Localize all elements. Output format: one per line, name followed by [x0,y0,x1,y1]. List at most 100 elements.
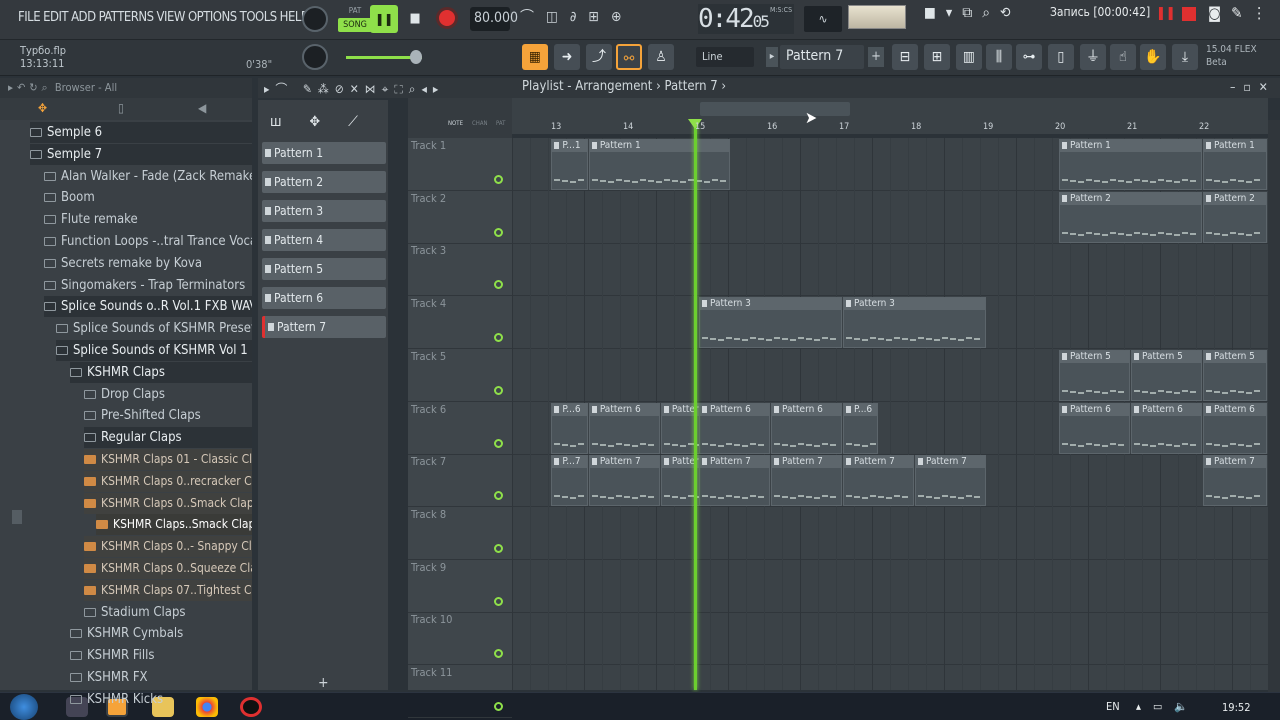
track-mute-toggle[interactable] [494,175,503,184]
pattern-clip[interactable]: Pattern 7 [771,455,842,507]
pause-button[interactable]: ❚❚ [370,5,398,33]
track-mute-toggle[interactable] [494,543,503,553]
browser-item[interactable]: Drop Claps [84,384,252,405]
browser-item[interactable]: Semple 6 [30,122,252,143]
browser-icon[interactable]: ⊶ [1016,44,1042,70]
pattern-clip[interactable]: P...6 [843,402,878,454]
chan-label[interactable]: CHAN [472,120,488,127]
pat-label[interactable]: PAT [496,120,505,127]
pattern-item[interactable]: Pattern 6 [262,287,386,309]
browser-item[interactable]: KSHMR Claps [70,361,252,383]
stop-button[interactable]: ■ [402,5,428,33]
track-header[interactable]: Track 2 [408,191,512,244]
pattern-clip[interactable]: Pattern 7 [699,455,770,507]
tray-icons[interactable]: ▴▭🔈 [1136,700,1200,713]
pattern-clip[interactable]: Pattern 5 [1059,349,1130,401]
track-header[interactable]: Track 9 [408,560,512,613]
pattern-clip[interactable]: Pattern 3 [843,297,986,349]
pattern-clip[interactable]: P...7 [551,455,588,507]
recorder-tool-icons[interactable]: ■▾⧉⌕⟲ [924,5,1040,29]
browser-item[interactable]: KSHMR Fills [70,645,252,666]
track-mute-toggle[interactable] [494,280,503,290]
pattern-clip[interactable]: Pattern 3 [699,297,842,349]
track-mute-toggle[interactable] [494,333,503,343]
menu-options[interactable]: OPTIONS [188,10,237,25]
tempo-display[interactable]: 80.000 [470,7,518,31]
browser-item[interactable]: Pre-Shifted Claps [84,405,252,426]
browser-item[interactable]: KSHMR Claps 0..Smack Clap 1 [84,492,252,514]
browser-nav-icons[interactable]: ▸↶↻⌕ [8,81,52,94]
pattern-clip[interactable]: P...1 [551,139,588,190]
track-mute-toggle[interactable] [494,491,503,501]
track-mute-toggle[interactable] [494,596,503,606]
channel-rack-icon[interactable]: ▥ [956,44,982,70]
pattern-clip[interactable]: Pattern 5 [1131,349,1202,401]
metronome-icon[interactable]: ♙ [648,44,674,70]
menu-view[interactable]: VIEW [157,10,186,25]
browser-item[interactable]: KSHMR Claps 0..recracker Clap [84,470,252,492]
browser-speaker-icon[interactable]: ◀ [198,101,206,115]
browser-item[interactable]: Flute remake [44,209,252,230]
browser-item[interactable]: KSHMR Kicks [70,689,252,710]
pattern-clip[interactable]: Pattern 7 [915,455,986,507]
pattern-clip[interactable]: Pattern 6 [771,402,842,454]
pattern-item[interactable]: Pattern 7 [262,316,386,338]
pattern-selector[interactable]: Pattern 7 [780,45,864,69]
mixer-icon[interactable]: ⫼ [986,44,1012,70]
track-header[interactable]: Track 8 [408,507,512,560]
add-pattern-icon[interactable]: + [868,47,884,67]
transport-tools-icons[interactable]: ⌒◫∂⊞⊕ [520,6,680,32]
download-icon[interactable]: ⤓ [1172,44,1198,70]
touch-icon[interactable]: ☝ [1110,44,1136,70]
rec-stop-icon[interactable] [1182,7,1196,21]
arrow-right-icon[interactable]: ➜ [554,44,580,70]
pattern-clip[interactable]: Pattern 6 [699,402,770,454]
horizontal-scrollbar[interactable] [700,102,850,116]
browser-item[interactable]: KSHMR Claps..Smack Clap 2 [96,514,252,536]
track-mute-toggle[interactable] [494,227,503,237]
playlist-window-icon[interactable]: ⊟ [892,44,918,70]
pattern-clip[interactable]: Pattern 7 [588,455,660,507]
browser-scroll-marker[interactable] [12,510,22,524]
track-header[interactable]: Track 1 [408,138,512,191]
master-pitch-knob[interactable] [302,44,328,70]
master-volume-knob[interactable] [302,6,328,32]
browser-item[interactable]: Secrets remake by Kova [44,253,252,274]
browser-item[interactable]: Boom [44,187,252,208]
menu-add[interactable]: ADD [71,10,96,25]
rec-pause-icon[interactable]: ❚❚ [1156,6,1176,21]
slider-handle[interactable] [410,50,422,64]
song-mode-toggle[interactable]: SONG [338,18,372,32]
menu-edit[interactable]: EDIT [43,10,68,25]
menu-tools[interactable]: TOOLS [240,10,278,25]
track-header[interactable]: Track 6 [408,402,512,455]
browser-item[interactable]: Stadium Claps [84,602,252,623]
pattern-clip[interactable]: Pattern 1 [588,139,731,190]
track-mute-toggle[interactable] [494,702,503,711]
pattern-item[interactable]: Pattern 5 [262,258,386,280]
browser-item[interactable]: Function Loops -..tral Trance Vocals [44,231,252,252]
track-mute-toggle[interactable] [494,385,503,395]
plugin-icon[interactable]: ⏚ [1080,44,1106,70]
piano-roll-icon[interactable]: ⊞ [924,44,950,70]
pattern-clip[interactable]: Pattern 6 [1131,402,1202,454]
browser-item[interactable]: Splice Sounds of KSHMR Presets [56,318,252,339]
menu-file[interactable]: FILE [18,10,41,25]
pat-mode-toggle[interactable]: PAT [340,6,370,18]
playlist-view-button[interactable]: ▦ [522,44,548,70]
pattern-clip[interactable]: Pattern 1 [1203,139,1267,190]
browser-file-icon[interactable]: ▯ [118,101,124,115]
playhead[interactable] [694,123,697,690]
window-controls[interactable]: –▫✕ [1230,80,1276,94]
pattern-clip[interactable]: Pattern 2 [1059,191,1202,243]
browser-filter-icon[interactable]: ✥ [38,101,47,115]
playlist-grid[interactable]: P...1 Pattern 1 Pattern 1 Pattern 1 Pattern … [512,138,1268,690]
picker-mode-icons[interactable]: ш✥⟋ [270,114,386,130]
link-icon[interactable]: ⚯ [616,44,642,70]
track-header[interactable]: Track 3 [408,243,512,297]
start-button-icon[interactable] [10,694,38,720]
vertical-scrollbar[interactable] [1268,120,1280,692]
track-mute-toggle[interactable] [494,649,503,659]
pattern-clip[interactable]: Pattern 7 [1203,455,1267,507]
browser-item[interactable]: Singomakers - Trap Terminators [44,275,252,296]
